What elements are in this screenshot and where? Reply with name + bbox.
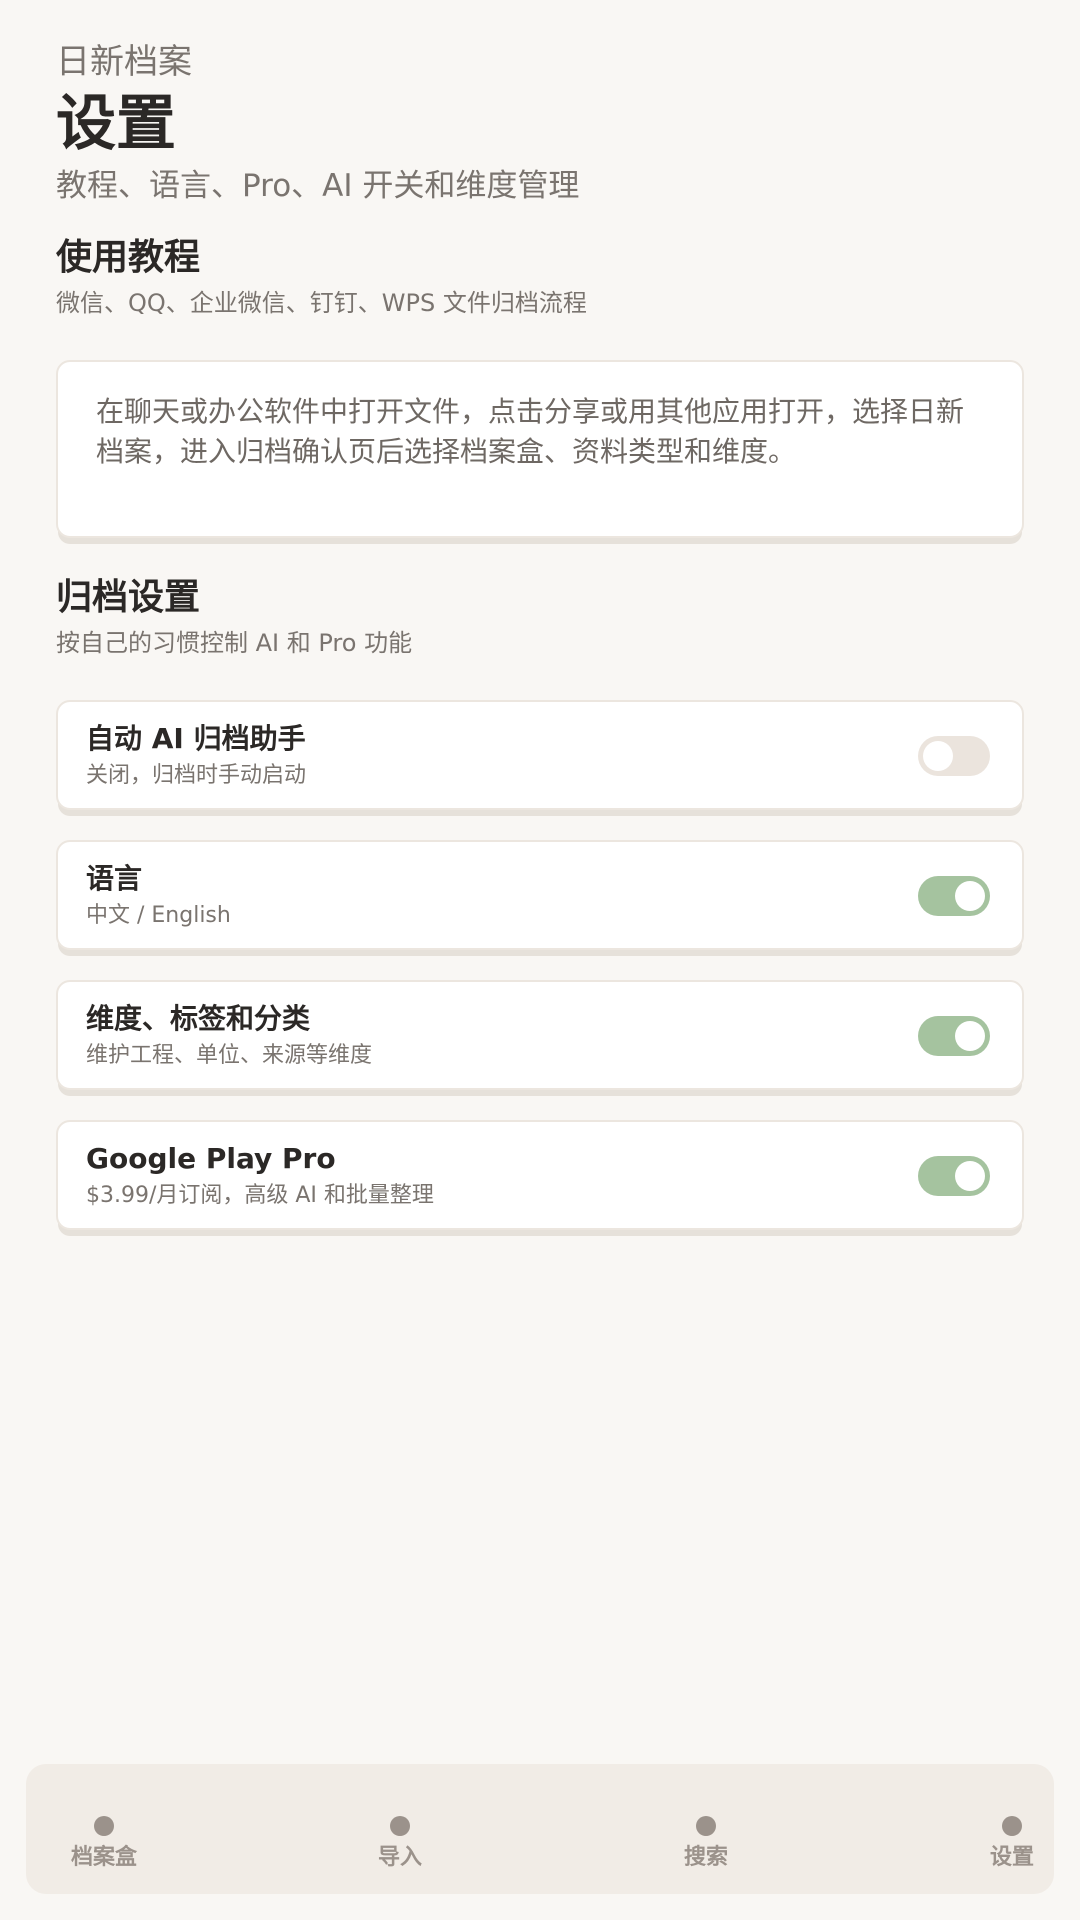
tutorial-text: 在聊天或办公软件中打开文件，点击分享或用其他应用打开，选择日新档案，进入归档确认… (96, 395, 965, 468)
dimensions-toggle[interactable] (918, 1016, 990, 1056)
setting-row-dimensions[interactable]: 维度、标签和分类 维护工程、单位、来源等维度 (56, 980, 1024, 1090)
dot-icon (390, 1816, 410, 1836)
nav-item-import[interactable]: 导入 (340, 1764, 460, 1894)
nav-label: 导入 (377, 1845, 422, 1870)
settings-screen: 日新档案 设置 教程、语言、Pro、AI 开关和维度管理 使用教程 微信、QQ、… (0, 0, 1080, 1920)
nav-item-search[interactable]: 搜索 (646, 1764, 766, 1894)
tutorial-card: 在聊天或办公软件中打开文件，点击分享或用其他应用打开，选择日新档案，进入归档确认… (56, 360, 1024, 538)
tutorial-section-subtitle: 微信、QQ、企业微信、钉钉、WPS 文件归档流程 (56, 289, 587, 317)
setting-row-subtitle: $3.99/月订阅，高级 AI 和批量整理 (86, 1183, 434, 1208)
setting-row-title: 语言 (86, 862, 143, 895)
archive-settings-title: 归档设置 (56, 577, 201, 618)
setting-row-title: 维度、标签和分类 (86, 1002, 311, 1035)
toggle-knob (955, 1161, 985, 1191)
pro-toggle[interactable] (918, 1156, 990, 1196)
setting-row-title: 自动 AI 归档助手 (86, 722, 306, 755)
nav-item-archive-boxes[interactable]: 档案盒 (44, 1764, 164, 1894)
archive-settings-subtitle: 按自己的习惯控制 AI 和 Pro 功能 (56, 629, 413, 657)
language-toggle[interactable] (918, 876, 990, 916)
tutorial-section-title: 使用教程 (56, 237, 201, 278)
setting-row-subtitle: 关闭，归档时手动启动 (86, 763, 307, 788)
bottom-nav: 档案盒 导入 搜索 设置 (26, 1764, 1054, 1894)
dot-icon (94, 1816, 114, 1836)
ai-assistant-toggle[interactable] (918, 736, 990, 776)
setting-row-ai-assistant[interactable]: 自动 AI 归档助手 关闭，归档时手动启动 (56, 700, 1024, 810)
nav-label: 档案盒 (70, 1845, 137, 1870)
nav-item-settings[interactable]: 设置 (952, 1764, 1072, 1894)
toggle-knob (923, 741, 953, 771)
toggle-knob (955, 881, 985, 911)
setting-row-subtitle: 维护工程、单位、来源等维度 (86, 1043, 373, 1068)
app-name: 日新档案 (56, 42, 192, 82)
setting-row-google-play-pro[interactable]: Google Play Pro $3.99/月订阅，高级 AI 和批量整理 (56, 1120, 1024, 1230)
nav-label: 设置 (989, 1845, 1034, 1870)
setting-row-subtitle: 中文 / English (86, 903, 231, 928)
page-title: 设置 (56, 89, 176, 159)
nav-label: 搜索 (683, 1845, 728, 1870)
toggle-knob (955, 1021, 985, 1051)
dot-icon (1002, 1816, 1022, 1836)
setting-row-language[interactable]: 语言 中文 / English (56, 840, 1024, 950)
setting-row-title: Google Play Pro (86, 1142, 336, 1175)
dot-icon (696, 1816, 716, 1836)
page-subtitle: 教程、语言、Pro、AI 开关和维度管理 (56, 168, 580, 204)
